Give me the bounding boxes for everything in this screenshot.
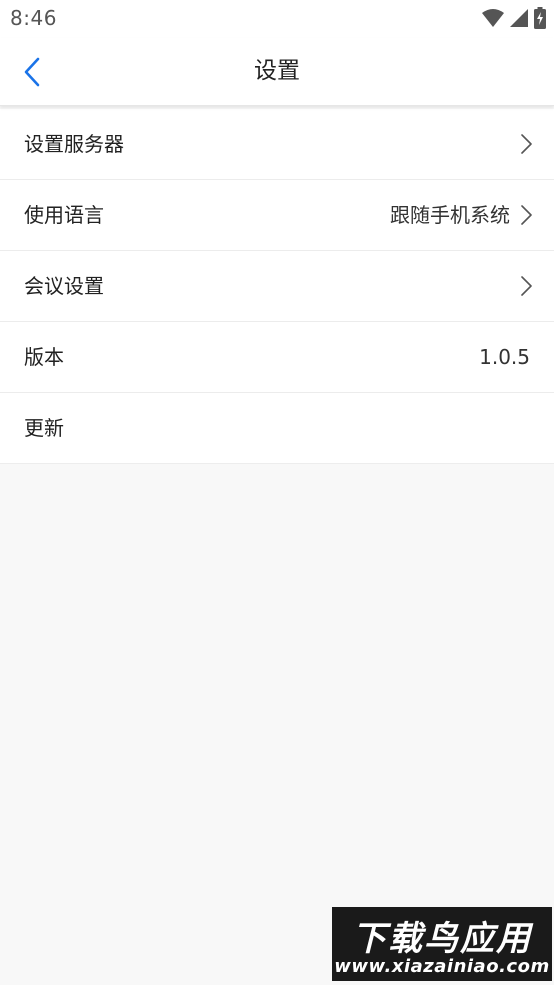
setting-label: 更新	[24, 416, 64, 440]
chevron-right-icon	[521, 205, 532, 225]
watermark-url: www.xiazainiao.com	[334, 956, 550, 977]
setting-label: 版本	[24, 345, 64, 369]
watermark-title: 下载鸟应用	[352, 919, 532, 959]
setting-row-server[interactable]: 设置服务器	[0, 109, 554, 180]
chevron-right-icon	[521, 134, 532, 154]
settings-screen: 8:46 设置 设置服务器 使用语言 跟随手机系统 会议设置 版本 1.0.5 …	[0, 0, 554, 985]
setting-label: 设置服务器	[24, 132, 124, 156]
app-header: 设置	[0, 38, 554, 106]
status-icons	[482, 7, 546, 29]
setting-row-update[interactable]: 更新	[0, 393, 554, 464]
battery-charging-icon	[534, 7, 546, 29]
page-title: 设置	[254, 58, 300, 84]
status-bar: 8:46	[0, 0, 554, 38]
watermark-logo: 下载鸟应用 www.xiazainiao.com	[332, 907, 552, 981]
setting-label: 会议设置	[24, 274, 104, 298]
signal-icon	[510, 9, 528, 27]
setting-label: 使用语言	[24, 203, 104, 227]
setting-row-meeting[interactable]: 会议设置	[0, 251, 554, 322]
chevron-right-icon	[521, 276, 532, 296]
setting-value-version: 1.0.5	[479, 345, 530, 369]
setting-row-language[interactable]: 使用语言 跟随手机系统	[0, 180, 554, 251]
setting-row-version: 版本 1.0.5	[0, 322, 554, 393]
wifi-icon	[482, 9, 504, 27]
status-time: 8:46	[10, 6, 57, 30]
settings-list: 设置服务器 使用语言 跟随手机系统 会议设置 版本 1.0.5 更新	[0, 109, 554, 464]
setting-value-language: 跟随手机系统	[390, 203, 510, 227]
